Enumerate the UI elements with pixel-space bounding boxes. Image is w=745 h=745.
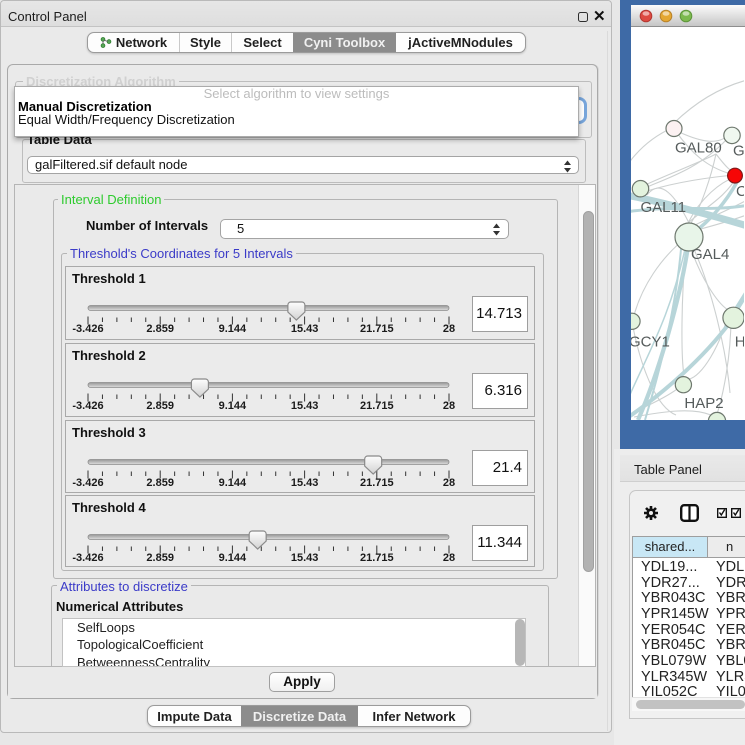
- svg-text:15.43: 15.43: [291, 552, 319, 564]
- svg-text:28: 28: [443, 400, 455, 412]
- svg-text:9.144: 9.144: [219, 552, 247, 564]
- svg-text:2.859: 2.859: [146, 552, 174, 564]
- svg-text:2.859: 2.859: [146, 477, 174, 489]
- svg-text:GAL11: GAL11: [641, 199, 687, 216]
- svg-text:GAL80: GAL80: [675, 139, 722, 156]
- svg-text:21.715: 21.715: [360, 400, 394, 412]
- svg-text:G.: G.: [733, 142, 744, 159]
- svg-text:15.43: 15.43: [291, 400, 319, 412]
- svg-text:C: C: [736, 183, 744, 200]
- svg-text:-3.426: -3.426: [72, 323, 103, 335]
- svg-text:Threshold 2: Threshold 2: [72, 348, 146, 363]
- svg-text:GAL4: GAL4: [691, 246, 729, 263]
- svg-text:9.144: 9.144: [219, 477, 247, 489]
- svg-text:Threshold 1: Threshold 1: [72, 271, 146, 286]
- svg-text:-3.426: -3.426: [72, 477, 103, 489]
- svg-text:9.144: 9.144: [219, 400, 247, 412]
- svg-text:-3.426: -3.426: [72, 400, 103, 412]
- svg-text:2.859: 2.859: [146, 400, 174, 412]
- svg-text:15.43: 15.43: [291, 477, 319, 489]
- svg-text:28: 28: [443, 323, 455, 335]
- svg-text:21.715: 21.715: [360, 477, 394, 489]
- svg-text:28: 28: [443, 552, 455, 564]
- svg-text:21.715: 21.715: [360, 323, 394, 335]
- svg-text:2.859: 2.859: [146, 323, 174, 335]
- svg-text:GCY1: GCY1: [631, 333, 670, 350]
- svg-text:21.715: 21.715: [360, 552, 394, 564]
- svg-text:-3.426: -3.426: [72, 552, 103, 564]
- svg-text:H: H: [735, 333, 744, 350]
- svg-text:28: 28: [443, 477, 455, 489]
- svg-text:9.144: 9.144: [219, 323, 247, 335]
- svg-text:HAP2: HAP2: [684, 395, 723, 412]
- svg-text:15.43: 15.43: [291, 323, 319, 335]
- svg-text:Threshold 3: Threshold 3: [72, 425, 146, 440]
- svg-text:Threshold 4: Threshold 4: [72, 500, 146, 515]
